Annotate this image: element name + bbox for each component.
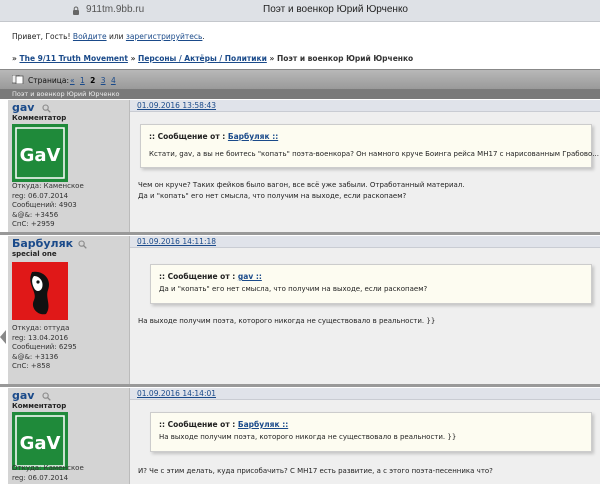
breadcrumb-forum-link[interactable]: The 9/11 Truth Movement <box>19 54 127 63</box>
post-author-stats: Откуда: Каменское reg: 06.07.2014 <box>12 464 84 483</box>
quote-text: Кстати, gav, а вы не боитесь "копать" по… <box>149 150 600 158</box>
greeting-text: Привет, Гость! <box>12 32 71 41</box>
browser-tab-bar: 911tm.9bb.ru Поэт и военкор Юрий Юрченко <box>0 0 600 22</box>
lock-icon[interactable] <box>72 6 80 16</box>
author-stat: &@&: +3456 <box>12 210 59 219</box>
post-author-role: Комментатор <box>12 402 67 410</box>
pages-icon <box>12 75 24 84</box>
post-dateline: 01.09.2016 13:58:43 <box>130 100 600 112</box>
author-stat: Откуда: Каменское <box>12 464 84 472</box>
breadcrumb-separator: » <box>12 54 17 63</box>
pagination-page-3[interactable]: 3 <box>101 76 106 85</box>
post-date-link[interactable]: 01.09.2016 14:11:18 <box>137 237 216 246</box>
quote-author-link[interactable]: gav :: <box>238 272 262 281</box>
dot-text: . <box>202 32 205 41</box>
post-text-line: И? Че с этим делать, куда присобачить? С… <box>138 467 493 475</box>
quote-author-link[interactable]: Барбуляк :: <box>238 420 288 429</box>
or-text: или <box>108 32 124 41</box>
author-stat: &@&: +3136 <box>12 352 59 361</box>
search-icon[interactable] <box>42 392 51 401</box>
post-body: 01.09.2016 14:11:18 :: Сообщение от : ga… <box>130 236 600 384</box>
pagination-page-4[interactable]: 4 <box>111 76 116 85</box>
post-author-stats: Откуда: оттуда reg: 13.04.2016 Сообщений… <box>12 324 77 372</box>
breadcrumb-separator: » <box>130 54 136 63</box>
pagination-label: Страница: <box>28 76 69 85</box>
post-text: На выходе получим поэта, которого никогд… <box>138 316 435 327</box>
breadcrumb: » The 9/11 Truth Movement » Персоны / Ак… <box>12 54 413 63</box>
address-bar-url[interactable]: 911tm.9bb.ru <box>86 4 144 15</box>
avatar: GaV <box>12 124 68 182</box>
quote-header: :: Сообщение от : Барбуляк :: <box>149 132 278 141</box>
author-stat: Сообщений: 4903 <box>12 201 77 209</box>
pagination-links: « 1 2 3 4 <box>70 76 119 85</box>
author-stat: Откуда: Каменское <box>12 182 84 190</box>
scroll-left-icon[interactable] <box>0 330 6 344</box>
quote-box: :: Сообщение от : Барбуляк :: Кстати, ga… <box>140 124 600 168</box>
pagination-bar: Страница: « 1 2 3 4 <box>0 69 600 89</box>
register-link[interactable]: зарегистрируйтесь <box>126 32 203 41</box>
post-author-panel: Барбуляк special one Откуда: оттуда reg:… <box>8 236 130 384</box>
post-author-name[interactable]: gav <box>12 389 34 402</box>
post-author-role: special one <box>12 250 57 258</box>
avatar <box>12 262 68 320</box>
post-author-role: Комментатор <box>12 114 67 122</box>
author-stat: СпС: +858 <box>12 362 51 370</box>
avatar-text: GaV <box>20 433 61 454</box>
post-divider <box>0 384 600 387</box>
author-stat: reg: 06.07.2014 <box>12 191 69 200</box>
quote-header: :: Сообщение от : Барбуляк :: <box>159 420 288 429</box>
post-text-line: Да и "копать" его нет смысла, что получи… <box>138 192 407 200</box>
quote-prefix: :: Сообщение от : <box>159 420 236 429</box>
post-author-stats: Откуда: Каменское reg: 06.07.2014 Сообще… <box>12 182 84 230</box>
post: gav Комментатор GaV Откуда: Каменское re… <box>8 388 600 484</box>
author-stat: Откуда: оттуда <box>12 324 70 332</box>
quote-box: :: Сообщение от : gav :: Да и "копать" е… <box>150 264 592 304</box>
avatar: GaV <box>12 412 68 470</box>
topic-title-bar: Поэт и военкор Юрий Юрченко <box>0 89 600 99</box>
quote-text: На выходе получим поэта, которого никогд… <box>159 433 457 441</box>
search-icon[interactable] <box>78 240 87 249</box>
page-title: Поэт и военкор Юрий Юрченко <box>263 4 408 15</box>
post-dateline: 01.09.2016 14:14:01 <box>130 388 600 400</box>
quote-author-link[interactable]: Барбуляк :: <box>228 132 278 141</box>
topic-title: Поэт и военкор Юрий Юрченко <box>12 90 120 98</box>
author-stat: reg: 13.04.2016 <box>12 333 69 342</box>
author-stat: СпС: +2959 <box>12 220 55 228</box>
post-body: 01.09.2016 14:14:01 :: Сообщение от : Ба… <box>130 388 600 484</box>
quote-prefix: :: Сообщение от : <box>159 272 236 281</box>
post-author-panel: gav Комментатор GaV Откуда: Каменское re… <box>8 100 130 232</box>
post-divider <box>0 232 600 235</box>
author-stat: reg: 06.07.2014 <box>12 473 69 482</box>
post-body: 01.09.2016 13:58:43 :: Сообщение от : Ба… <box>130 100 600 232</box>
quote-prefix: :: Сообщение от : <box>149 132 226 141</box>
post-text-line: На выходе получим поэта, которого никогд… <box>138 317 436 325</box>
pagination-prev[interactable]: « <box>70 76 75 85</box>
search-icon[interactable] <box>42 104 51 113</box>
post-dateline: 01.09.2016 14:11:18 <box>130 236 600 248</box>
post-text-line: Чем он круче? Таких фейков было вагон, в… <box>138 181 465 189</box>
quote-box: :: Сообщение от : Барбуляк :: На выходе … <box>150 412 592 452</box>
post-date-link[interactable]: 01.09.2016 14:14:01 <box>137 389 216 398</box>
post-author-name[interactable]: Барбуляк <box>12 237 73 250</box>
breadcrumb-topic: Поэт и военкор Юрий Юрченко <box>276 54 414 63</box>
breadcrumb-section-link[interactable]: Персоны / Актёры / Политики <box>138 54 267 63</box>
author-stat: Сообщений: 6295 <box>12 343 77 351</box>
quote-header: :: Сообщение от : gav :: <box>159 272 262 281</box>
post-author-name[interactable]: gav <box>12 101 34 114</box>
quote-text: Да и "копать" его нет смысла, что получи… <box>159 285 428 293</box>
post-text: И? Че с этим делать, куда присобачить? С… <box>138 466 493 477</box>
post: Барбуляк special one Откуда: оттуда reg:… <box>8 236 600 384</box>
post-text: Чем он круче? Таких фейков было вагон, в… <box>138 180 465 202</box>
login-link[interactable]: Войдите <box>73 32 107 41</box>
avatar-text: GaV <box>20 145 61 166</box>
post-date-link[interactable]: 01.09.2016 13:58:43 <box>137 101 216 110</box>
pagination-page-1[interactable]: 1 <box>80 76 85 85</box>
breadcrumb-separator: » <box>269 54 275 63</box>
pagination-page-2-current: 2 <box>90 76 96 85</box>
post: gav Комментатор GaV Откуда: Каменское re… <box>8 100 600 232</box>
post-author-panel: gav Комментатор GaV Откуда: Каменское re… <box>8 388 130 484</box>
guest-greeting: Привет, Гость! Войдите или зарегистрируй… <box>12 32 205 41</box>
